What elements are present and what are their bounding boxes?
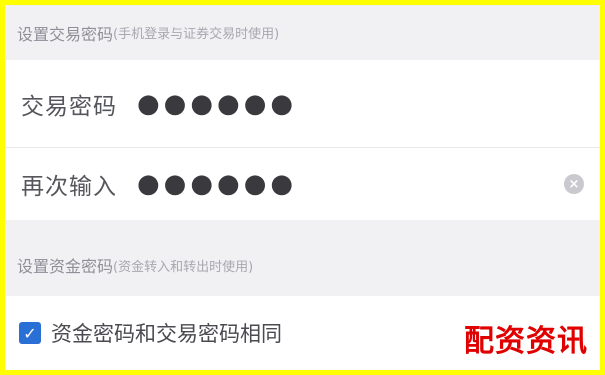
password-settings-screen: 设置交易密码 (手机登录与证券交易时使用) 交易密码 ●●●●●● 再次输入 ●●…	[5, 5, 600, 370]
checkbox-checked-icon[interactable]: ✓	[19, 322, 41, 344]
trade-password-input[interactable]: ●●●●●●	[137, 89, 297, 119]
confirm-password-label: 再次输入	[21, 174, 117, 200]
section-divider	[5, 220, 600, 234]
fund-section-title: 设置资金密码	[17, 257, 114, 276]
fund-section-note: (资金转入和转出时使用)	[113, 259, 254, 275]
trade-password-section-header: 设置交易密码 (手机登录与证券交易时使用)	[5, 5, 600, 60]
watermark-text: 配资资讯	[464, 324, 588, 359]
trade-section-title: 设置交易密码	[17, 24, 114, 44]
trade-section-note: (手机登录与证券交易时使用)	[113, 27, 280, 42]
fund-password-section-header: 设置资金密码 (资金转入和转出时使用)	[5, 234, 600, 296]
confirm-password-row[interactable]: 再次输入 ●●●●●● ×	[5, 148, 600, 220]
clear-icon[interactable]: ×	[564, 174, 584, 194]
confirm-password-input[interactable]: ●●●●●●	[137, 169, 297, 199]
trade-password-label: 交易密码	[21, 93, 117, 120]
same-password-label: 资金密码和交易密码相同	[51, 322, 282, 346]
trade-password-row[interactable]: 交易密码 ●●●●●●	[5, 60, 600, 148]
